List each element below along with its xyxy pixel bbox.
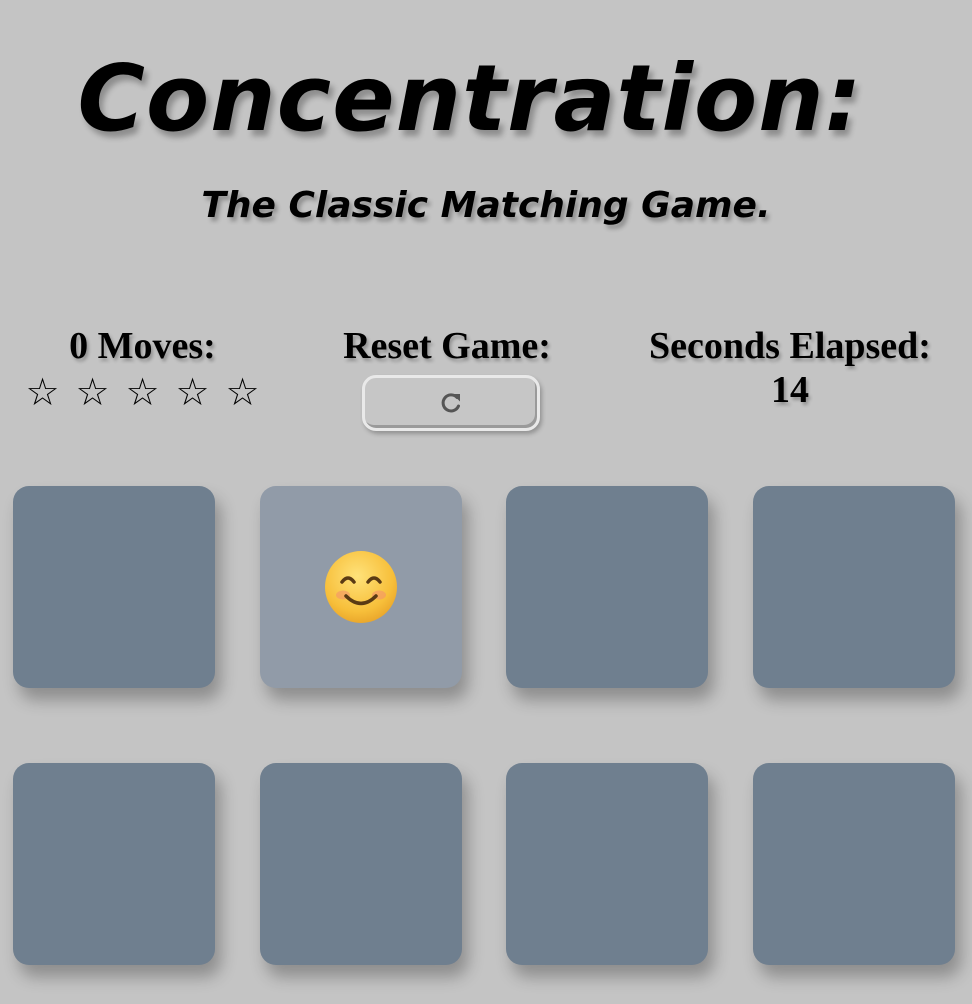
star-rating: ☆ ☆ ☆ ☆ ☆ [20,369,265,415]
game-subtitle: The Classic Matching Game. [201,185,771,226]
card[interactable] [260,763,462,965]
timer-panel: Seconds Elapsed: 14 [620,325,960,412]
star-icon: ☆ [25,369,60,414]
card[interactable] [260,486,462,688]
refresh-icon [441,393,460,413]
game-title: Concentration: [77,45,863,152]
reset-panel: Reset Game: [322,325,572,369]
star-icon: ☆ [225,369,260,414]
reset-label: Reset Game: [343,325,551,367]
card[interactable] [753,763,955,965]
moves-counter: 0 Moves: [69,325,216,367]
card[interactable] [753,486,955,688]
reset-button[interactable] [362,375,540,431]
star-icon: ☆ [125,369,160,414]
star-icon: ☆ [175,369,210,414]
star-icon: ☆ [75,369,110,414]
moves-panel: 0 Moves: ☆ ☆ ☆ ☆ ☆ [20,325,265,414]
timer-label: Seconds Elapsed: [649,325,931,367]
seconds-elapsed: 14 [771,368,809,411]
smiling-face-icon [325,551,397,623]
card[interactable] [13,763,215,965]
card[interactable] [506,763,708,965]
card[interactable] [13,486,215,688]
game-page: Concentration: The Classic Matching Game… [0,0,972,1004]
card[interactable] [506,486,708,688]
